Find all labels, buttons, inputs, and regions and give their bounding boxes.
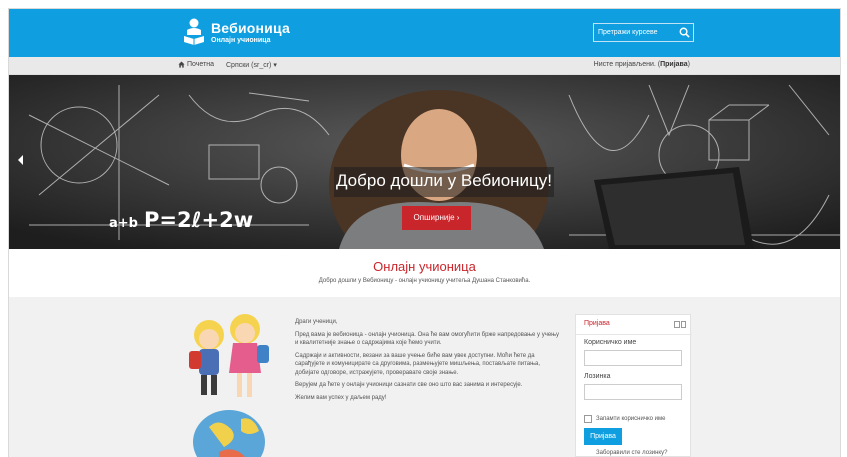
nav-home-link[interactable]: Почетна bbox=[178, 61, 214, 68]
letter-paragraph: Верујем да ћете у онлајн учионици сазнат… bbox=[295, 382, 523, 388]
letter-paragraph: Желим вам успех у даљем раду! bbox=[295, 394, 387, 401]
username-label: Корисничко име bbox=[584, 339, 637, 346]
login-block-header: Пријава bbox=[576, 315, 692, 335]
chevron-left-icon[interactable] bbox=[18, 155, 23, 165]
letter-paragraph: Пред вама је вебионица - онлајн учионица… bbox=[295, 331, 560, 347]
login-button[interactable]: Пријава bbox=[584, 428, 622, 445]
intro-section: Онлајн учионица Добро дошли у Вебионицу … bbox=[9, 249, 840, 297]
search-icon[interactable] bbox=[679, 27, 690, 38]
login-block-title: Пријава bbox=[584, 320, 610, 327]
remember-label: Запамти корисничко име bbox=[596, 416, 666, 422]
username-field[interactable] bbox=[585, 355, 681, 370]
intro-title: Онлајн учионица bbox=[373, 259, 476, 274]
home-icon bbox=[178, 61, 185, 68]
chalk-prefix: a+b bbox=[109, 216, 138, 231]
language-label: Српски (sr_cr) bbox=[226, 62, 272, 69]
welcome-letter: Драги ученици, Пред вама је вебионица - … bbox=[295, 318, 560, 406]
login-status: Нисте пријављени. (Пријава) bbox=[593, 61, 690, 68]
site-logo[interactable]: Вебионица Онлајн учионица bbox=[183, 18, 290, 46]
login-block: Пријава Корисничко име Лозинка Запамти к… bbox=[575, 314, 692, 457]
chevron-down-icon: ▾ bbox=[273, 62, 277, 69]
search-box bbox=[593, 23, 694, 42]
login-status-text: Нисте пријављени. bbox=[593, 61, 656, 68]
password-label: Лозинка bbox=[584, 373, 611, 380]
student-reading-icon bbox=[184, 18, 204, 45]
chalk-formula: P=2ℓ+2w bbox=[144, 208, 253, 232]
remember-checkbox[interactable] bbox=[584, 415, 592, 423]
password-field[interactable] bbox=[585, 389, 681, 404]
collapse-icon[interactable] bbox=[674, 321, 686, 328]
logo-title: Вебионица bbox=[211, 19, 290, 36]
kids-on-globe-image bbox=[189, 314, 269, 457]
language-menu[interactable]: Српски (sr_cr) ▾ bbox=[226, 61, 277, 69]
logo-subtitle: Онлајн учионица bbox=[211, 36, 271, 44]
letter-greeting: Драги ученици, bbox=[295, 319, 338, 325]
nav-home-label: Почетна bbox=[187, 61, 215, 68]
letter-paragraph: Садржаји и активности, везани за ваше уч… bbox=[295, 352, 541, 376]
username-field-box bbox=[584, 350, 682, 370]
remember-username: Запамти корисничко име bbox=[584, 415, 665, 423]
login-link[interactable]: Пријава bbox=[660, 61, 688, 68]
hero-more-button[interactable]: Опширније › bbox=[402, 206, 471, 230]
intro-subtitle: Добро дошли у Вебионицу - онлајн учиониц… bbox=[318, 278, 531, 284]
main-content: Драги ученици, Пред вама је вебионица - … bbox=[9, 297, 840, 457]
site-header: Вебионица Онлајн учионица bbox=[9, 9, 840, 57]
hero-title: Добро дошли у Вебионицу! bbox=[335, 171, 553, 190]
hero-carousel: P=2ℓ+2w a+b Добро дошли у Вебионицу! Опш… bbox=[9, 75, 840, 249]
page-frame: Вебионица Онлајн учионица Почетна Српски… bbox=[8, 8, 841, 457]
nav-bar: Почетна Српски (sr_cr) ▾ Нисте пријављен… bbox=[9, 57, 840, 75]
forgot-password-link[interactable]: Заборавили сте лозинку? bbox=[596, 450, 667, 456]
password-field-box bbox=[584, 384, 682, 404]
search-input[interactable] bbox=[598, 26, 676, 39]
